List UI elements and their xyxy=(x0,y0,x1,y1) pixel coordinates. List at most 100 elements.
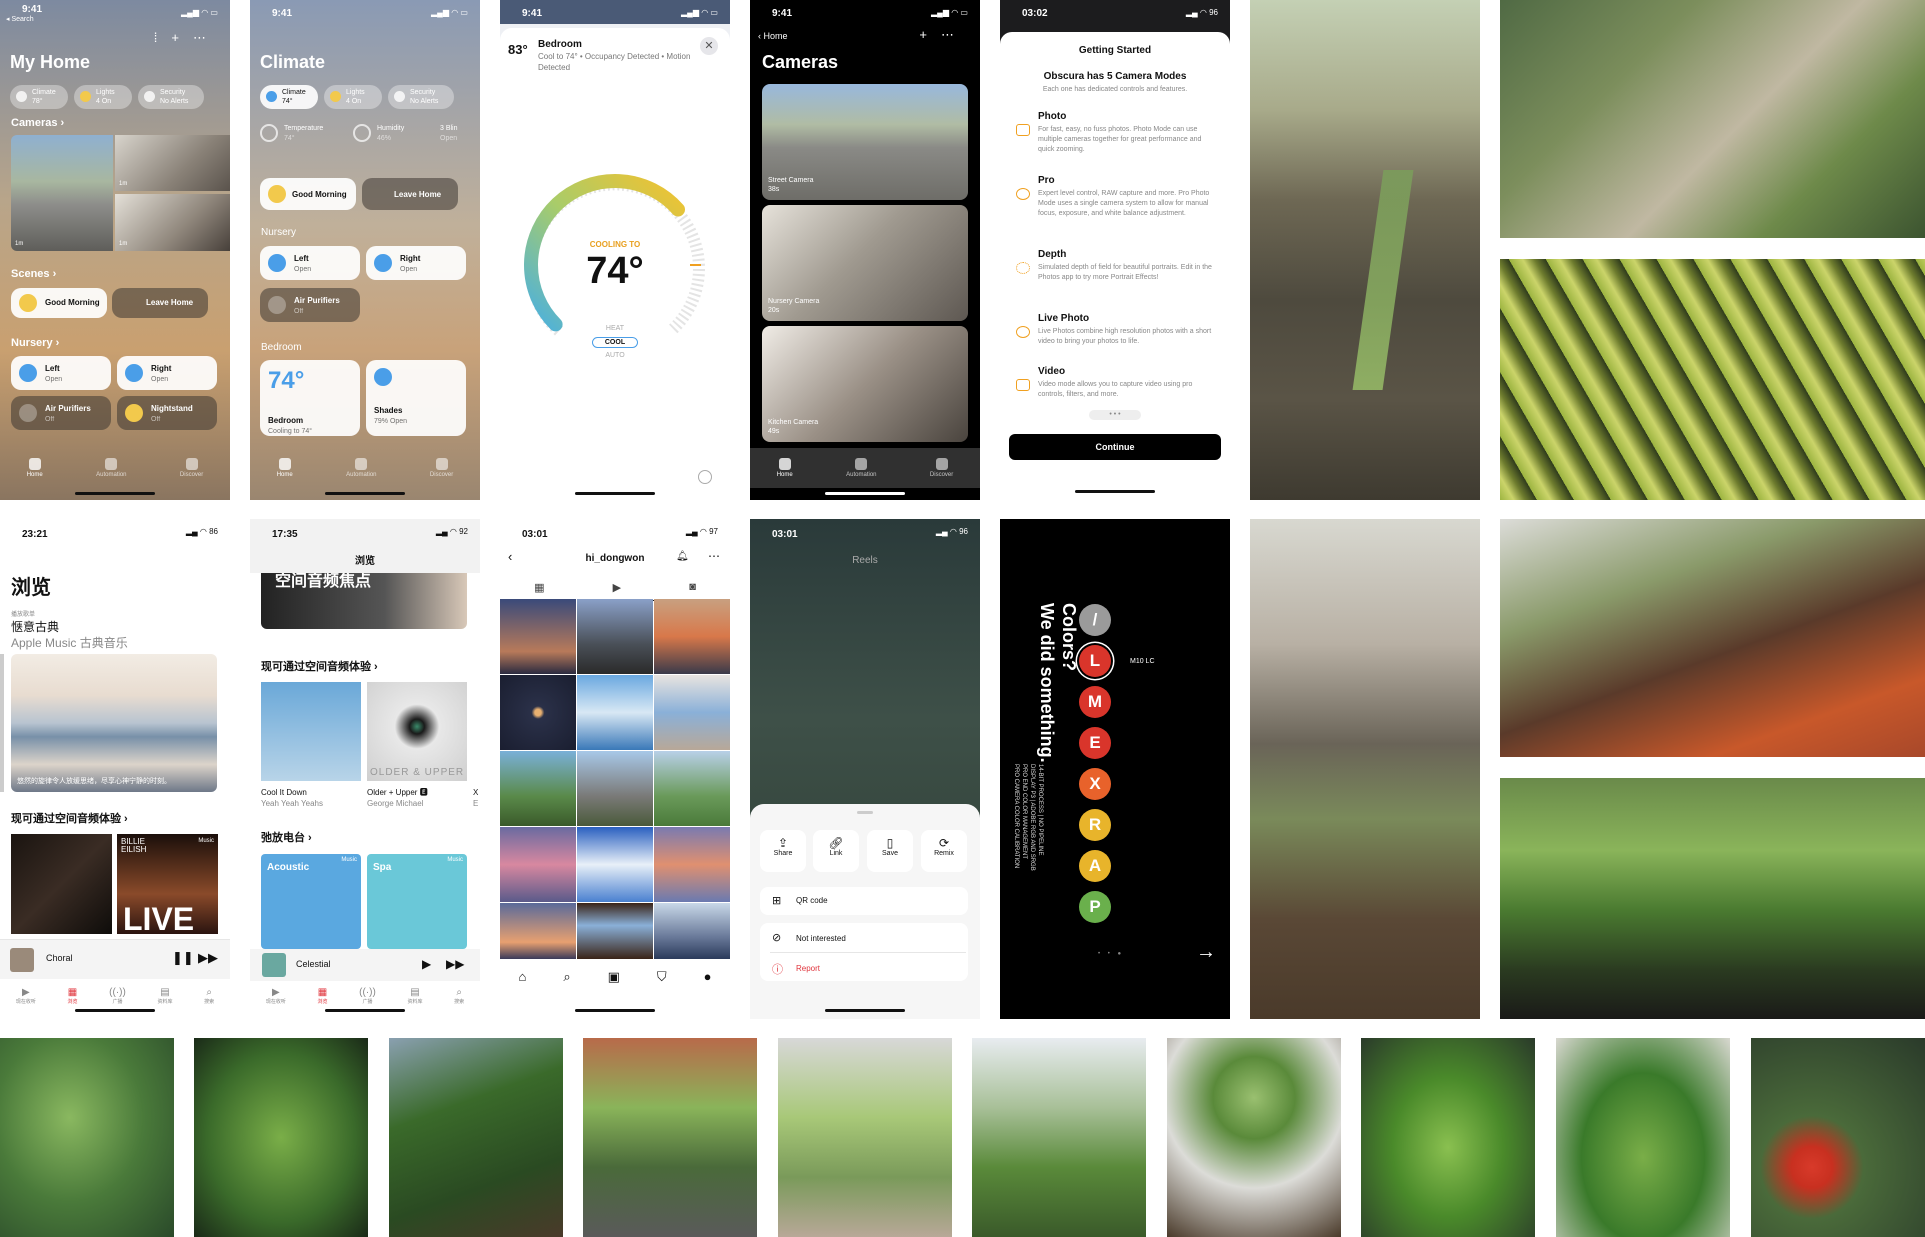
security-pill[interactable]: Security No Alerts xyxy=(138,85,204,109)
profile-circle-a[interactable]: A xyxy=(1079,850,1111,882)
tab-automation[interactable]: Automation xyxy=(346,458,377,478)
qr-code-item[interactable]: ⊞ QR code xyxy=(760,887,968,915)
profile-circle-r[interactable]: R xyxy=(1079,809,1111,841)
tab-discover[interactable]: Discover xyxy=(430,458,453,478)
grid-post[interactable] xyxy=(654,827,730,902)
tab-browse[interactable]: ▦ 浏览 xyxy=(318,987,328,1019)
scene-good-morning[interactable]: Good Morning xyxy=(260,178,356,210)
cameras-section-header[interactable]: Cameras › xyxy=(11,117,64,129)
profile-avatar-icon[interactable]: ● xyxy=(704,969,712,1019)
tab-automation[interactable]: Automation xyxy=(846,458,877,478)
blind-right-card[interactable]: Right Open xyxy=(366,246,466,280)
tab-home[interactable]: Home xyxy=(27,458,43,478)
profile-circle-m[interactable]: M xyxy=(1079,686,1111,718)
grid-post[interactable] xyxy=(654,599,730,674)
station-acoustic[interactable]: Acoustic Music xyxy=(261,854,361,949)
save-action[interactable]: ▯ Save xyxy=(867,830,913,872)
security-pill[interactable]: Security No Alerts xyxy=(388,85,454,109)
nursery-section-header[interactable]: Nursery › xyxy=(11,337,59,349)
shades-card[interactable]: Shades 79% Open xyxy=(366,360,466,436)
grid-post[interactable] xyxy=(577,599,653,674)
tab-home[interactable]: Home xyxy=(277,458,293,478)
mini-player[interactable]: Celestial ▶ ▶▶ xyxy=(250,949,480,981)
camera-feed-street[interactable]: Street Camera 38s xyxy=(762,84,968,200)
share-action[interactable]: ⇪ Share xyxy=(760,830,806,872)
tab-listen-now[interactable]: ▶ 现在收听 xyxy=(16,987,36,1019)
camera-thumb-street[interactable]: 1m xyxy=(11,135,113,251)
sensor-blinds[interactable]: 3 Blin Open xyxy=(440,124,458,144)
grid-post[interactable] xyxy=(577,751,653,826)
tab-search[interactable]: ⌕ 搜索 xyxy=(454,987,464,1019)
spatial-banner[interactable]: 空间音频焦点 xyxy=(261,573,467,629)
blind-left-card[interactable]: Left Open xyxy=(260,246,360,280)
forward-icon[interactable]: ▶▶ xyxy=(446,957,464,971)
tab-search[interactable]: ⌕ 搜索 xyxy=(204,987,214,1019)
report-item[interactable]: ⓘ Report xyxy=(760,955,968,981)
next-arrow-icon[interactable]: → xyxy=(1196,941,1216,964)
climate-pill[interactable]: Climate 74° xyxy=(260,85,318,109)
shop-icon[interactable]: ⛉ xyxy=(657,969,667,1019)
spatial-audio-header[interactable]: 现可通过空间音频体验 › xyxy=(261,658,378,674)
chill-radio-header[interactable]: 弛放电台 › xyxy=(261,829,312,845)
album-older-upper[interactable]: OLDER & UPPER xyxy=(367,682,467,781)
sensor-temperature[interactable]: Temperature 74° xyxy=(260,124,323,144)
tab-listen-now[interactable]: ▶ 现在收听 xyxy=(266,987,286,1019)
close-icon[interactable]: ✕ xyxy=(700,37,718,55)
blind-left-card[interactable]: Left Open xyxy=(11,356,111,390)
camera-thumb-kitchen[interactable]: 1m xyxy=(115,194,230,251)
mode-auto[interactable]: AUTO xyxy=(500,352,730,359)
forward-icon[interactable]: ▶▶ xyxy=(198,950,218,966)
toolbar-icons[interactable]: +⋯ xyxy=(919,27,968,43)
back-link[interactable]: ◂ Search xyxy=(6,15,34,23)
lights-pill[interactable]: Lights 4 On xyxy=(74,85,132,109)
scenes-section-header[interactable]: Scenes › xyxy=(11,268,56,280)
profile-circle-l[interactable]: L xyxy=(1079,645,1111,677)
album-art-live[interactable]: BILLIE EILISH Music LIVE xyxy=(117,834,218,937)
tab-library[interactable]: ▤ 资料库 xyxy=(157,987,172,1019)
tab-browse[interactable]: ▦ 浏览 xyxy=(68,987,78,1019)
tagged-icon[interactable]: ◙ xyxy=(689,581,696,599)
mini-player[interactable]: Choral ❚❚ ▶▶ xyxy=(0,939,230,979)
bedroom-thermostat-card[interactable]: 74° Bedroom Cooling to 74° xyxy=(260,360,360,436)
scene-leave-home[interactable]: Leave Home xyxy=(112,288,208,318)
grid-post[interactable] xyxy=(500,675,576,750)
continue-button[interactable]: Continue xyxy=(1009,434,1221,460)
air-purifiers-card[interactable]: Air Purifiers Off xyxy=(260,288,360,322)
grid-post[interactable] xyxy=(577,903,653,959)
spatial-audio-header[interactable]: 现可通过空间音频体验 › xyxy=(11,810,128,826)
camera-thumb-nursery[interactable]: 1m xyxy=(115,135,230,191)
search-icon[interactable]: ⌕ xyxy=(563,969,570,1019)
sheet-grabber[interactable] xyxy=(857,811,873,814)
mode-heat[interactable]: HEAT xyxy=(500,325,730,332)
pause-icon[interactable]: ❚❚ xyxy=(172,950,194,966)
link-action[interactable]: 🔗︎ Link xyxy=(813,830,859,872)
grid-post[interactable] xyxy=(500,903,576,959)
grid-post[interactable] xyxy=(577,827,653,902)
album-cool-it-down[interactable] xyxy=(261,682,361,781)
camera-feed-kitchen[interactable]: Kitchen Camera 49s xyxy=(762,326,968,442)
mode-cool[interactable]: COOL xyxy=(592,337,638,348)
grid-post[interactable] xyxy=(577,675,653,750)
profile-circle-x[interactable]: X xyxy=(1079,768,1111,800)
grid-post[interactable] xyxy=(500,827,576,902)
blind-right-card[interactable]: Right Open xyxy=(117,356,217,390)
more-icon[interactable]: ⋯ xyxy=(708,549,720,563)
camera-feed-nursery[interactable]: Nursery Camera 20s xyxy=(762,205,968,321)
playlist-artwork[interactable]: 悠然的旋律令人放缓思绪，尽享心神宁静的时刻。 xyxy=(11,654,217,792)
tab-radio[interactable]: ((·)) 广播 xyxy=(109,987,126,1019)
grid-post[interactable] xyxy=(500,751,576,826)
grid-icon[interactable]: ▦ xyxy=(534,581,544,599)
station-spa[interactable]: Spa Music xyxy=(367,854,467,949)
air-purifiers-card[interactable]: Air Purifiers Off xyxy=(11,396,111,430)
home-icon[interactable]: ⌂ xyxy=(518,969,526,1019)
scene-good-morning[interactable]: Good Morning xyxy=(11,288,107,318)
lights-pill[interactable]: Lights 4 On xyxy=(324,85,382,109)
tab-home[interactable]: Home xyxy=(777,458,793,478)
profile-circle-off[interactable]: / xyxy=(1079,604,1111,636)
tab-discover[interactable]: Discover xyxy=(180,458,203,478)
sensor-humidity[interactable]: Humidity 46% xyxy=(353,124,404,144)
profile-circle-p[interactable]: P xyxy=(1079,891,1111,923)
tab-discover[interactable]: Discover xyxy=(930,458,953,478)
grid-post[interactable] xyxy=(654,675,730,750)
grid-post[interactable] xyxy=(654,751,730,826)
